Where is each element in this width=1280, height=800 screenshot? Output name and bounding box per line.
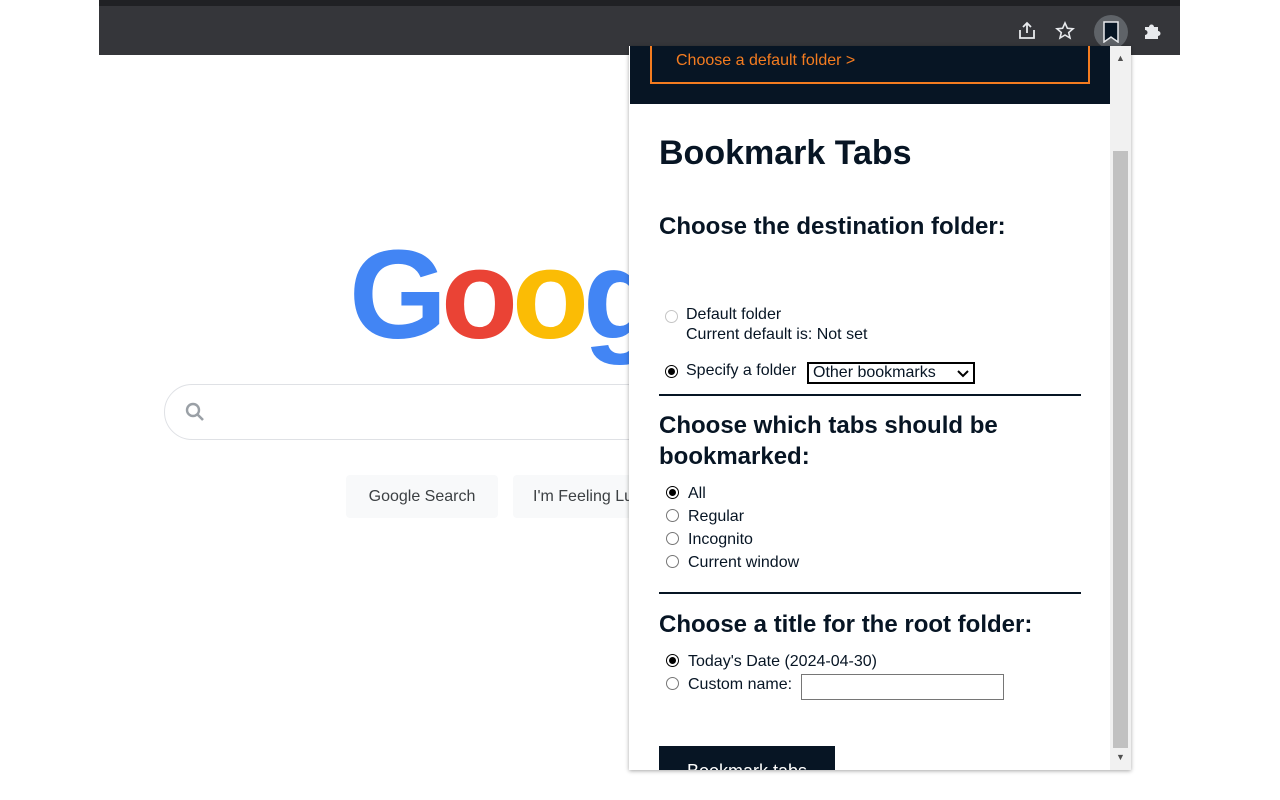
extensions-puzzle-icon[interactable]: [1139, 18, 1165, 44]
section-divider: [659, 592, 1081, 594]
specify-folder-label: Specify a folder: [686, 362, 797, 379]
popup-title: Bookmark Tabs: [659, 134, 912, 172]
popup-content: Bookmark Tabs Choose the destination fol…: [659, 104, 1081, 770]
tabs-option-regular-label[interactable]: Regular: [688, 507, 744, 527]
scroll-up-arrow-icon[interactable]: ▲: [1113, 50, 1128, 65]
logo-letter: o: [511, 224, 589, 365]
share-icon[interactable]: [1014, 18, 1040, 44]
default-folder-option[interactable]: Default folder Current default is: Not s…: [659, 306, 1081, 348]
google-search-button[interactable]: Google Search: [346, 475, 498, 518]
bookmark-tabs-button[interactable]: Bookmark tabs: [659, 746, 835, 770]
specify-folder-radio[interactable]: [665, 365, 678, 378]
custom-name-label[interactable]: Custom name:: [688, 675, 792, 695]
specify-folder-option[interactable]: Specify a folder Other bookmarks: [659, 362, 1081, 386]
tabs-option-incognito-label[interactable]: Incognito: [688, 530, 753, 550]
tabs-option-all-label[interactable]: All: [688, 484, 706, 504]
choose-default-folder-link[interactable]: Choose a default folder >: [650, 46, 1090, 84]
root-title-heading: Choose a title for the root folder:: [659, 611, 1033, 638]
default-folder-radio[interactable]: [665, 310, 678, 323]
tabs-option-current-window-radio[interactable]: [666, 555, 679, 568]
current-default-text: Current default is: Not set: [686, 326, 868, 343]
folder-select-value: Other bookmarks: [813, 364, 936, 381]
tabs-heading: Choose which tabs should be bookmarked:: [659, 412, 998, 470]
root-title-options: Today's Date (2024-04-30) Custom name:: [659, 652, 1081, 702]
todays-date-radio[interactable]: [666, 654, 679, 667]
tabs-option-regular-radio[interactable]: [666, 509, 679, 522]
logo-letter: G: [349, 224, 447, 365]
section-divider: [659, 394, 1081, 396]
popup-header: Choose a default folder >: [630, 46, 1110, 104]
custom-name-radio[interactable]: [666, 677, 679, 690]
tabs-options: All Regular Incognito Current window: [659, 484, 959, 576]
bookmark-tabs-popup: Choose a default folder > Bookmark Tabs …: [629, 46, 1131, 770]
tabs-option-current-window-label[interactable]: Current window: [688, 553, 799, 573]
logo-letter: o: [441, 224, 518, 365]
search-icon: [183, 400, 207, 429]
chevron-down-icon: [957, 367, 969, 385]
tabs-option-all-radio[interactable]: [666, 486, 679, 499]
folder-select[interactable]: Other bookmarks: [807, 362, 975, 384]
scroll-down-arrow-icon[interactable]: ▼: [1113, 749, 1128, 764]
destination-heading: Choose the destination folder:: [659, 213, 1006, 240]
tabs-option-incognito-radio[interactable]: [666, 532, 679, 545]
custom-name-input[interactable]: [801, 674, 1004, 700]
star-icon[interactable]: [1052, 18, 1078, 44]
scrollbar-thumb[interactable]: [1113, 151, 1128, 748]
default-folder-label: Default folder: [686, 306, 782, 323]
bookmark-tabs-extension-icon[interactable]: [1094, 15, 1128, 49]
todays-date-label[interactable]: Today's Date (2024-04-30): [688, 652, 877, 672]
